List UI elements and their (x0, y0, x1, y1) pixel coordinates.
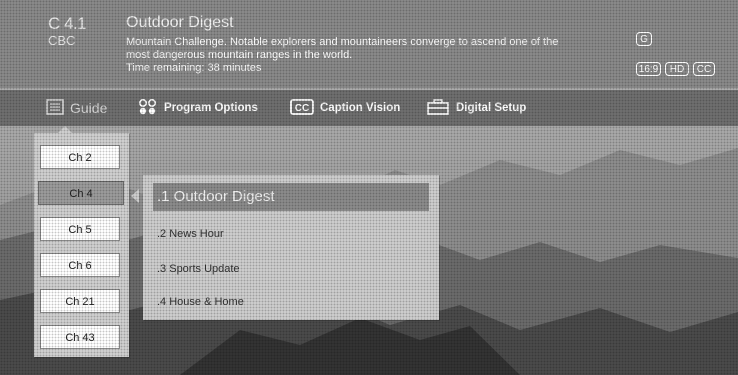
top-menu-bar: Guide Program Options CC Caption Vision … (0, 90, 738, 126)
aspect-ratio-badge: 16:9 (636, 62, 661, 76)
channel-network: CBC (48, 33, 76, 48)
channel-number: C 4.1 (48, 14, 87, 33)
hd-badge: HD (665, 62, 689, 76)
menu-caption-vision[interactable]: CC Caption Vision (290, 90, 400, 126)
channel-button[interactable]: Ch 43 (40, 325, 120, 349)
menu-guide-label: Guide (70, 100, 108, 116)
channel-list: Ch 2 Ch 4 Ch 5 Ch 6 Ch 21 Ch 43 (34, 133, 129, 357)
program-list-panel: .1 Outdoor Digest .2 News Hour .3 Sports… (143, 175, 439, 320)
program-item[interactable]: .3 Sports Update (157, 256, 437, 282)
menu-digital-setup[interactable]: Digital Setup (426, 90, 526, 126)
menu-program-options-label: Program Options (164, 102, 258, 114)
list-icon (46, 98, 64, 118)
program-info-banner: C 4.1 CBC Outdoor Digest Mountain Challe… (0, 0, 738, 88)
program-title: Outdoor Digest (126, 14, 234, 31)
rating-badge: G (636, 32, 652, 46)
channel-button[interactable]: Ch 21 (40, 289, 120, 313)
program-description: Mountain Challenge. Notable explorers an… (126, 36, 559, 61)
channel-button[interactable]: Ch 6 (40, 253, 120, 277)
menu-digital-setup-label: Digital Setup (456, 102, 527, 114)
cc-icon: CC (290, 98, 314, 118)
channel-pointer (131, 189, 139, 203)
program-item-selected[interactable]: .1 Outdoor Digest (153, 183, 429, 211)
dots-icon (138, 98, 158, 119)
channel-button[interactable]: Ch 5 (40, 217, 120, 241)
program-item[interactable]: .4 House & Home (157, 289, 437, 315)
cc-badge: CC (693, 62, 715, 76)
time-remaining: Time remaining: 38 minutes (126, 62, 262, 74)
guide-pointer (58, 126, 72, 133)
program-item[interactable]: .2 News Hour (157, 221, 437, 247)
menu-program-options[interactable]: Program Options (138, 90, 258, 126)
menu-caption-vision-label: Caption Vision (320, 102, 401, 114)
menu-guide[interactable]: Guide (46, 90, 107, 126)
channel-button[interactable]: Ch 2 (40, 145, 120, 169)
cc-icon-text: CC (295, 103, 309, 114)
channel-button-selected[interactable]: Ch 4 (38, 181, 124, 205)
toolbox-icon (426, 98, 450, 118)
